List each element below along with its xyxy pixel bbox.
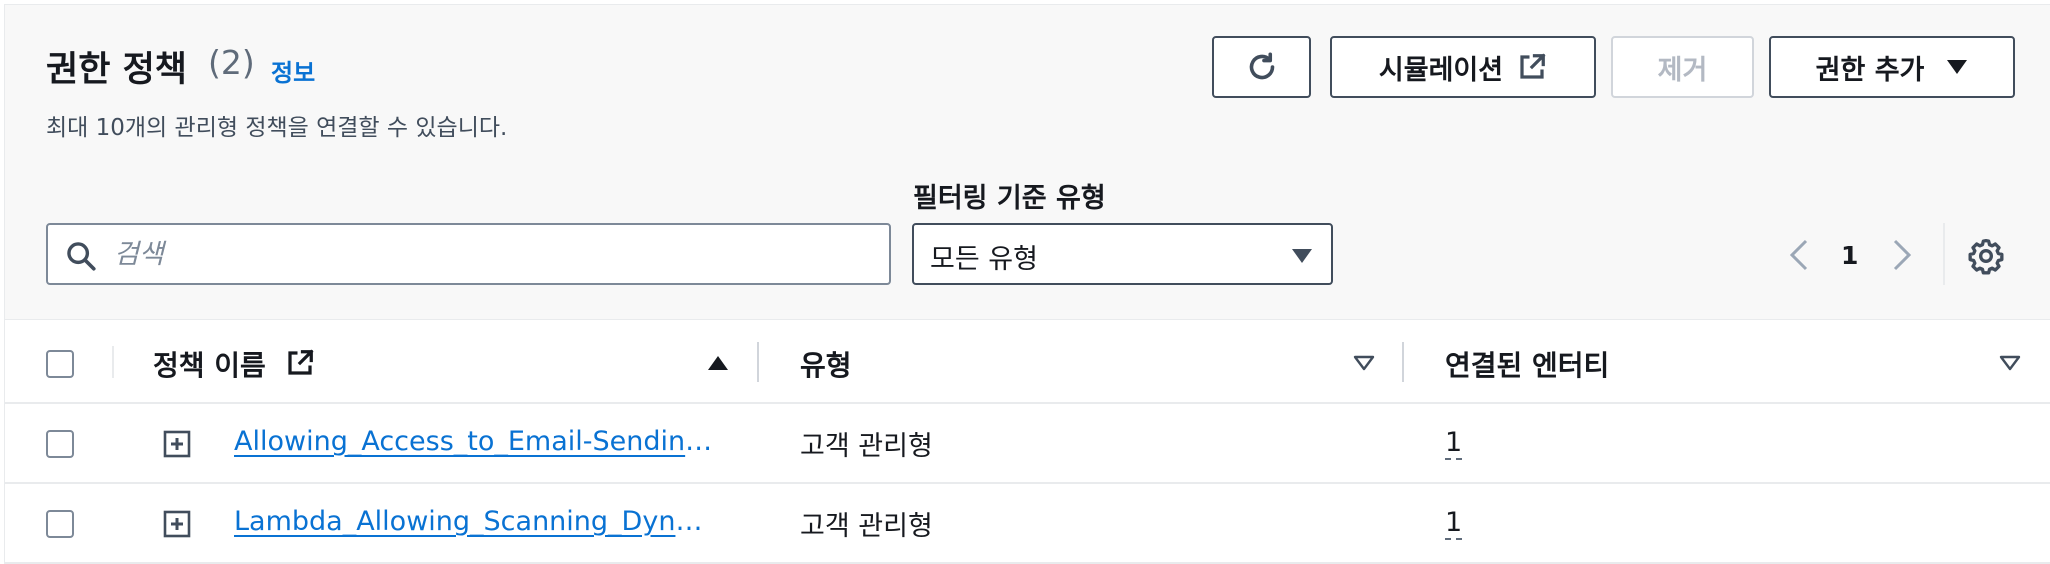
table-header-row: 정책 이름 유형 연결된 엔터티 bbox=[5, 320, 2050, 404]
policy-type: 고객 관리형 bbox=[800, 511, 933, 542]
column-header-policy-name[interactable]: 정책 이름 bbox=[153, 344, 266, 384]
gear-icon bbox=[1968, 239, 2004, 275]
simulation-button[interactable]: 시뮬레이션 bbox=[1330, 36, 1596, 98]
info-link[interactable]: 정보 bbox=[271, 53, 315, 88]
remove-button-label: 제거 bbox=[1657, 54, 1708, 86]
sort-unsorted-icon[interactable] bbox=[1999, 354, 2021, 372]
add-permissions-label: 권한 추가 bbox=[1815, 54, 1925, 86]
external-link-icon bbox=[1520, 53, 1546, 79]
column-resizer[interactable] bbox=[757, 342, 759, 382]
chevron-left-icon bbox=[1789, 239, 1808, 271]
table-settings-button[interactable] bbox=[1966, 236, 2006, 276]
permissions-policies-panel: 권한 정책 (2) 정보 최대 10개의 관리형 정책을 연결할 수 있습니다.… bbox=[4, 4, 2050, 564]
search-field[interactable] bbox=[46, 223, 891, 285]
next-page-button[interactable] bbox=[1883, 235, 1921, 275]
attached-entities-count[interactable]: 1 bbox=[1445, 428, 1463, 460]
attached-entities-count[interactable]: 1 bbox=[1445, 508, 1463, 540]
current-page-number[interactable]: 1 bbox=[1841, 241, 1858, 270]
row-checkbox[interactable] bbox=[46, 430, 74, 458]
policy-type: 고객 관리형 bbox=[800, 431, 933, 462]
type-filter-label: 필터링 기준 유형 bbox=[913, 183, 1106, 214]
remove-button[interactable]: 제거 bbox=[1611, 36, 1754, 98]
refresh-icon bbox=[1249, 52, 1274, 80]
section-description: 최대 10개의 관리형 정책을 연결할 수 있습니다. bbox=[46, 115, 508, 141]
policy-name-link[interactable]: Allowing_Access_to_Email-Sending… bbox=[234, 426, 714, 457]
column-resizer[interactable] bbox=[1402, 342, 1404, 382]
expand-plus-icon[interactable] bbox=[163, 510, 191, 538]
select-all-checkbox[interactable] bbox=[46, 350, 74, 378]
caret-down-icon bbox=[1947, 60, 1968, 74]
policy-name-link[interactable]: Lambda_Allowing_Scanning_Dyna… bbox=[234, 506, 714, 537]
type-filter-select[interactable]: 모든 유형 bbox=[912, 223, 1333, 285]
refresh-button[interactable] bbox=[1212, 36, 1311, 98]
simulation-button-label: 시뮬레이션 bbox=[1378, 54, 1504, 86]
row-checkbox[interactable] bbox=[46, 510, 74, 538]
search-input[interactable] bbox=[114, 233, 874, 275]
previous-page-button[interactable] bbox=[1780, 235, 1818, 275]
sort-ascending-icon[interactable] bbox=[707, 354, 729, 372]
section-title: 권한 정책 bbox=[46, 50, 187, 90]
type-filter-value: 모든 유형 bbox=[930, 244, 1038, 275]
sort-unsorted-icon[interactable] bbox=[1353, 354, 1375, 372]
external-link-icon bbox=[288, 349, 314, 375]
table-row[interactable]: Allowing_Access_to_Email-Sending… 고객 관리형… bbox=[5, 404, 2050, 484]
column-separator bbox=[112, 346, 114, 378]
search-icon bbox=[64, 239, 98, 273]
add-permissions-button[interactable]: 권한 추가 bbox=[1769, 36, 2015, 98]
chevron-right-icon bbox=[1893, 239, 1912, 271]
column-header-attached-entities[interactable]: 연결된 엔터티 bbox=[1445, 344, 1609, 384]
policy-count: (2) bbox=[208, 43, 255, 82]
table-row[interactable]: Lambda_Allowing_Scanning_Dyna… 고객 관리형 1 bbox=[5, 484, 2050, 564]
caret-down-icon bbox=[1292, 249, 1312, 263]
pager-divider bbox=[1943, 223, 1945, 285]
expand-plus-icon[interactable] bbox=[163, 430, 191, 458]
column-header-type[interactable]: 유형 bbox=[800, 344, 852, 384]
